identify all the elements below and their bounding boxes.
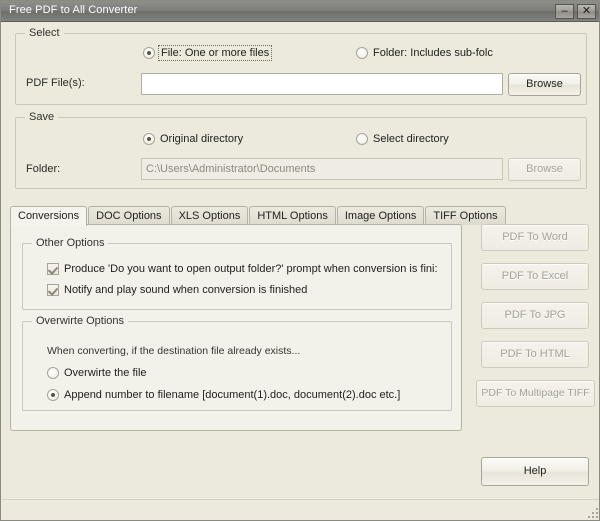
pdf-to-multipage-tiff-button[interactable]: PDF To Multipage TIFF bbox=[476, 380, 595, 407]
pdf-to-jpg-button[interactable]: PDF To JPG bbox=[481, 302, 589, 329]
pdf-files-input[interactable] bbox=[141, 73, 503, 95]
checkbox-notify-sound-label: Notify and play sound when conversion is… bbox=[64, 284, 308, 296]
radio-file-one-or-more[interactable]: File: One or more files bbox=[143, 45, 273, 61]
pdf-files-label: PDF File(s): bbox=[26, 77, 85, 89]
tab-html-options[interactable]: HTML Options bbox=[249, 206, 336, 225]
radio-folder-includes-subfolders[interactable]: Folder: Includes sub-folc bbox=[356, 47, 493, 59]
conversion-actions-panel: PDF To Word PDF To Excel PDF To JPG PDF … bbox=[467, 199, 595, 496]
pdf-to-html-button[interactable]: PDF To HTML bbox=[481, 341, 589, 368]
overwrite-options-description: When converting, if the destination file… bbox=[47, 345, 301, 357]
radio-select-directory-label: Select directory bbox=[373, 133, 449, 145]
radio-file-label: File: One or more files bbox=[157, 45, 273, 61]
radio-original-directory[interactable]: Original directory bbox=[143, 133, 243, 145]
folder-input[interactable] bbox=[141, 158, 503, 180]
help-button[interactable]: Help bbox=[481, 457, 589, 486]
checkbox-produce-prompt[interactable]: Produce 'Do you want to open output fold… bbox=[47, 263, 438, 275]
radio-append-number-label: Append number to filename [document(1).d… bbox=[64, 389, 401, 401]
select-group-legend: Select bbox=[25, 27, 64, 39]
radio-folder-indicator bbox=[356, 47, 368, 59]
radio-select-directory-indicator bbox=[356, 133, 368, 145]
other-options-group: Other Options bbox=[22, 237, 452, 310]
radio-append-number[interactable]: Append number to filename [document(1).d… bbox=[47, 389, 400, 401]
save-group-legend: Save bbox=[25, 111, 59, 123]
radio-original-directory-label: Original directory bbox=[160, 133, 244, 145]
folder-label: Folder: bbox=[26, 163, 61, 175]
status-bar bbox=[2, 499, 599, 520]
radio-file-indicator bbox=[143, 47, 155, 59]
checkbox-notify-sound[interactable]: Notify and play sound when conversion is… bbox=[47, 284, 307, 296]
window-title: Free PDF to All Converter bbox=[9, 4, 138, 16]
overwrite-options-legend: Overwirte Options bbox=[32, 315, 129, 327]
checkbox-notify-sound-indicator bbox=[47, 284, 59, 296]
radio-folder-label: Folder: Includes sub-folc bbox=[373, 47, 493, 59]
radio-overwrite-file[interactable]: Overwirte the file bbox=[47, 367, 147, 379]
tab-doc-options[interactable]: DOC Options bbox=[88, 206, 170, 225]
checkbox-produce-prompt-label: Produce 'Do you want to open output fold… bbox=[64, 263, 438, 275]
pdf-to-excel-button[interactable]: PDF To Excel bbox=[481, 263, 589, 290]
pdf-to-word-button[interactable]: PDF To Word bbox=[481, 224, 589, 251]
close-button[interactable]: ✕ bbox=[577, 4, 596, 19]
pdf-files-browse-button[interactable]: Browse bbox=[508, 73, 581, 96]
folder-browse-button[interactable]: Browse bbox=[508, 158, 581, 181]
radio-append-number-indicator bbox=[47, 389, 59, 401]
minimize-button[interactable]: – bbox=[555, 4, 574, 19]
tab-xls-options[interactable]: XLS Options bbox=[170, 206, 249, 225]
tab-panel-conversions: Other Options Produce 'Do you want to op… bbox=[10, 224, 462, 431]
other-options-legend: Other Options bbox=[32, 237, 109, 249]
radio-original-directory-indicator bbox=[143, 133, 155, 145]
minimize-icon: – bbox=[561, 5, 568, 17]
radio-overwrite-file-indicator bbox=[47, 367, 59, 379]
radio-overwrite-file-label: Overwirte the file bbox=[64, 367, 147, 379]
checkbox-produce-prompt-indicator bbox=[47, 263, 59, 275]
title-bar: Free PDF to All Converter – ✕ bbox=[1, 1, 599, 22]
tab-strip: Conversions DOC Options XLS Options HTML… bbox=[10, 206, 507, 226]
tab-conversions[interactable]: Conversions bbox=[10, 206, 88, 226]
application-window: Free PDF to All Converter – ✕ Select Fil… bbox=[0, 0, 600, 521]
radio-select-directory[interactable]: Select directory bbox=[356, 133, 449, 145]
tab-image-options[interactable]: Image Options bbox=[336, 206, 425, 225]
resize-grip[interactable] bbox=[586, 506, 598, 518]
